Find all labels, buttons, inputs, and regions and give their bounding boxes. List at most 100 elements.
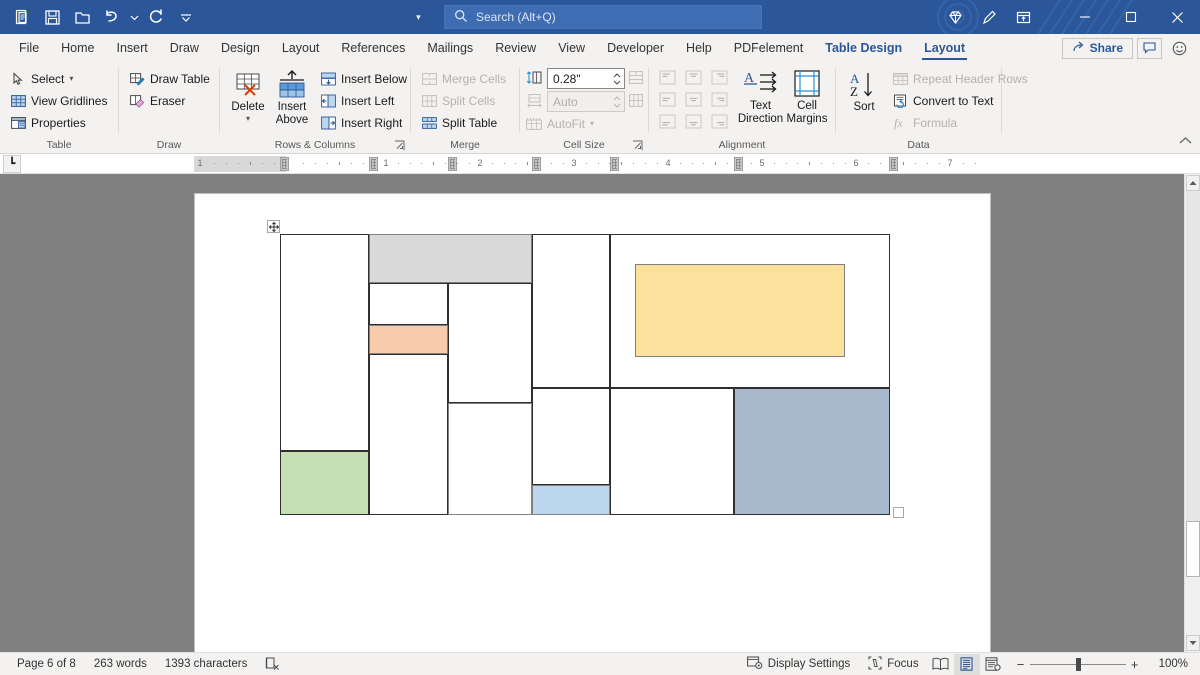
tab-insert[interactable]: Insert	[106, 34, 159, 62]
diamond-icon[interactable]	[938, 0, 972, 34]
properties-command[interactable]: Properties	[6, 112, 111, 133]
tab-mailings[interactable]: Mailings	[416, 34, 484, 62]
collapse-ribbon-icon[interactable]	[1179, 135, 1192, 149]
cell-col4-row3-blue[interactable]	[532, 485, 610, 515]
autofit-command[interactable]: AutoFit ▾	[526, 113, 598, 134]
table-column-marker[interactable]	[889, 157, 898, 171]
zoom-out-button[interactable]: −	[1012, 657, 1030, 672]
tab-layout[interactable]: Layout	[271, 34, 331, 62]
tab-pdfelement[interactable]: PDFelement	[723, 34, 814, 62]
pen-icon[interactable]	[972, 0, 1006, 34]
zoom-track[interactable]	[1030, 664, 1126, 665]
ribbon-display-options-icon[interactable]	[1006, 0, 1040, 34]
table-column-marker[interactable]	[369, 157, 378, 171]
cell-col3-row3[interactable]	[448, 403, 532, 515]
zoom-in-button[interactable]: +	[1126, 657, 1144, 672]
character-count[interactable]: 1393 characters	[156, 653, 256, 675]
table-column-marker[interactable]	[532, 157, 541, 171]
tab-table-layout[interactable]: Layout	[913, 34, 976, 62]
comment-icon[interactable]	[1137, 38, 1162, 59]
cell-col3-row2[interactable]	[448, 283, 532, 403]
table-column-marker[interactable]	[448, 157, 457, 171]
insert-right-command[interactable]: Insert Right	[316, 112, 411, 133]
cell-margins-button[interactable]: Cell Margins	[785, 67, 829, 126]
zoom-slider[interactable]: − +	[1006, 657, 1150, 672]
tab-help[interactable]: Help	[675, 34, 723, 62]
rows-columns-dialog-launcher[interactable]	[394, 140, 406, 152]
tab-draw[interactable]: Draw	[159, 34, 210, 62]
nested-yellow-box[interactable]	[635, 264, 845, 357]
tab-table-design[interactable]: Table Design	[814, 34, 913, 62]
table-resize-handle-icon[interactable]	[893, 507, 904, 518]
minimize-button[interactable]	[1062, 0, 1108, 34]
align-bottom-right-icon[interactable]	[707, 111, 732, 132]
cell-col1-row2-green[interactable]	[280, 451, 369, 515]
scroll-up-arrow[interactable]	[1186, 175, 1200, 191]
tab-stop-selector[interactable]: ┗	[3, 155, 21, 173]
document-page[interactable]	[195, 194, 990, 652]
tab-review[interactable]: Review	[484, 34, 547, 62]
focus-button[interactable]: Focus	[859, 653, 927, 675]
maximize-button[interactable]	[1108, 0, 1154, 34]
align-middle-right-icon[interactable]	[707, 89, 732, 110]
scroll-down-arrow[interactable]	[1186, 635, 1200, 651]
insert-above-button[interactable]: Insert Above	[270, 68, 314, 127]
insert-left-command[interactable]: Insert Left	[316, 90, 411, 111]
page-info[interactable]: Page 6 of 8	[8, 653, 85, 675]
text-direction-button[interactable]: A Text Direction	[736, 67, 785, 126]
redo-icon[interactable]	[142, 4, 170, 30]
align-top-right-icon[interactable]	[707, 67, 732, 88]
repeat-header-rows-command[interactable]: Repeat Header Rows	[888, 68, 1032, 89]
cell-col4-row2[interactable]	[532, 388, 610, 485]
share-button[interactable]: Share	[1062, 38, 1133, 59]
save-icon[interactable]	[38, 4, 66, 30]
cell-col2-header-gray[interactable]	[369, 234, 532, 283]
display-settings-button[interactable]: Display Settings	[738, 653, 859, 675]
tab-view[interactable]: View	[547, 34, 596, 62]
table-column-marker[interactable]	[610, 157, 619, 171]
delete-button[interactable]: Delete ▾	[226, 68, 270, 123]
print-layout-button[interactable]	[954, 654, 980, 675]
cell-col4-row1[interactable]	[532, 234, 610, 388]
column-width-input[interactable]: Auto	[547, 91, 625, 112]
chevron-down-icon[interactable]: ▾	[590, 119, 594, 128]
split-table-command[interactable]: Split Table	[417, 112, 510, 133]
convert-to-text-command[interactable]: Convert to Text	[888, 90, 1032, 111]
chevron-down-icon[interactable]: ▾	[69, 74, 73, 83]
autosave-icon[interactable]	[8, 4, 36, 30]
cell-col5-row2[interactable]	[610, 388, 734, 515]
cell-col2-row4[interactable]	[369, 354, 448, 515]
row-height-spinner[interactable]	[609, 69, 624, 88]
align-bottom-center-icon[interactable]	[681, 111, 706, 132]
draw-table-command[interactable]: Draw Table	[125, 68, 214, 89]
insert-below-command[interactable]: Insert Below	[316, 68, 411, 89]
align-middle-left-icon[interactable]	[655, 89, 680, 110]
view-gridlines-command[interactable]: View Gridlines	[6, 90, 111, 111]
row-height-input[interactable]: 0.28"	[547, 68, 625, 89]
distribute-rows-icon[interactable]	[629, 71, 643, 87]
table-move-handle-icon[interactable]	[267, 220, 280, 233]
merge-cells-command[interactable]: Merge Cells	[417, 68, 510, 89]
undo-icon[interactable]	[98, 4, 126, 30]
chevron-down-icon[interactable]: ▾	[246, 114, 250, 123]
table-column-marker[interactable]	[280, 157, 289, 171]
vertical-scrollbar[interactable]	[1184, 174, 1200, 652]
tab-home[interactable]: Home	[50, 34, 105, 62]
formula-command[interactable]: fx Formula	[888, 112, 1032, 133]
word-table[interactable]	[280, 234, 890, 515]
horizontal-ruler[interactable]: 1 1 2 3 4 5 6 7	[194, 156, 990, 172]
sort-button[interactable]: AZ Sort	[842, 68, 886, 114]
word-count[interactable]: 263 words	[85, 653, 156, 675]
zoom-level[interactable]: 100%	[1150, 653, 1192, 675]
scroll-track[interactable]	[1186, 191, 1200, 521]
cell-col6-row2-slate[interactable]	[734, 388, 890, 515]
title-chevron-down-icon[interactable]: ▾	[416, 12, 421, 23]
read-mode-button[interactable]	[928, 654, 954, 675]
search-box[interactable]: Search (Alt+Q)	[444, 5, 762, 29]
undo-dropdown-icon[interactable]	[128, 4, 140, 30]
tab-references[interactable]: References	[330, 34, 416, 62]
tab-design[interactable]: Design	[210, 34, 271, 62]
tab-developer[interactable]: Developer	[596, 34, 675, 62]
split-cells-command[interactable]: Split Cells	[417, 90, 510, 111]
scroll-thumb[interactable]	[1186, 521, 1200, 577]
